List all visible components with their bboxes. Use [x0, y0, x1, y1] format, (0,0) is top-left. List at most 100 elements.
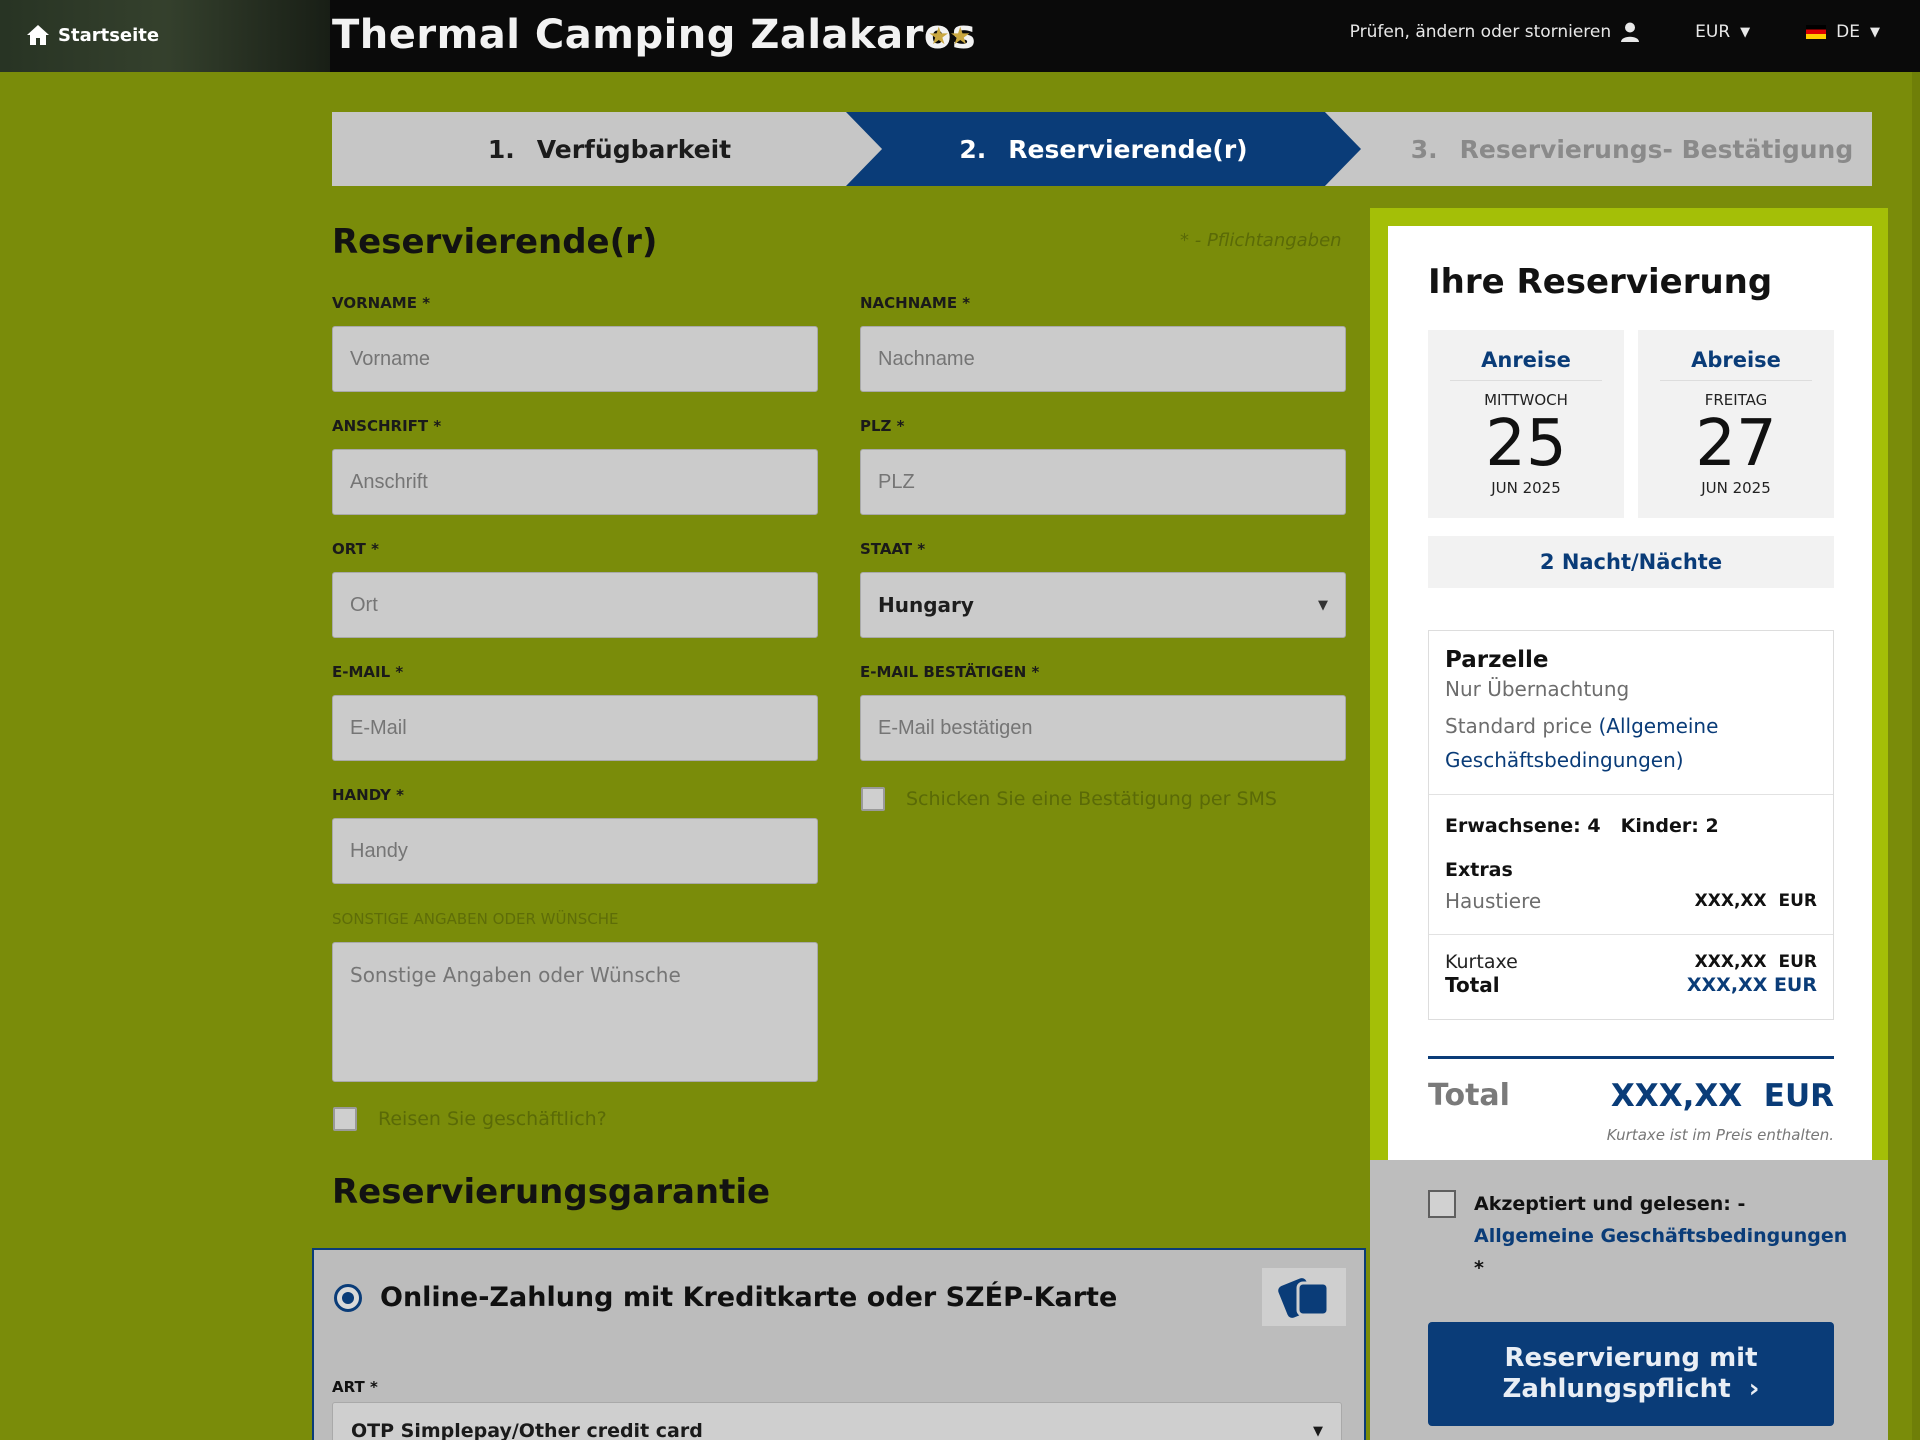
top-bar: Startseite Thermal Camping Zalakaros ★★ …	[0, 0, 1920, 72]
extra-price: XXX,XX	[1694, 891, 1767, 911]
mobile-label: HANDY *	[332, 786, 405, 804]
chevron-right-icon: ›	[1748, 1374, 1760, 1404]
departure-date: Abreise FREITAG 27 JUN 2025	[1638, 330, 1834, 518]
subtotal-value: XXX,XX EUR	[1686, 974, 1817, 996]
email-confirm-label: E-MAIL BESTÄTIGEN *	[860, 663, 1040, 681]
email-label: E-MAIL *	[332, 663, 404, 681]
business-label: Reisen Sie geschäftlich?	[378, 1108, 607, 1130]
payment-option: Online-Zahlung mit Kreditkarte oder SZÉP…	[312, 1248, 1366, 1440]
total-divider	[1428, 1056, 1834, 1059]
city-label: ORT *	[332, 540, 379, 558]
manage-booking-label: Prüfen, ändern oder stornieren	[1349, 22, 1612, 42]
zip-input[interactable]	[860, 449, 1346, 515]
notes-label: SONSTIGE ANGABEN ODER WÜNSCHE	[332, 910, 619, 928]
site-title: Thermal Camping Zalakaros	[332, 12, 977, 58]
reserve-button-line2: Zahlungspflicht ›	[1503, 1374, 1760, 1405]
booking-steps: 1. Verfügbarkeit 2. Reservierende(r) 3. …	[332, 112, 1872, 186]
departure-label: Abreise	[1691, 348, 1781, 372]
children-count: Kinder: 2	[1620, 815, 1719, 837]
tax-included-note: Kurtaxe ist im Preis enthalten.	[1606, 1126, 1834, 1144]
subtotal-label: Total	[1445, 973, 1500, 997]
tax-label: Kurtaxe	[1445, 951, 1518, 973]
total-amount: XXX,XX	[1610, 1078, 1743, 1114]
step-label: Verfügbarkeit	[536, 134, 732, 164]
caret-down-icon: ▼	[1740, 24, 1751, 40]
address-label: ANSCHRIFT *	[332, 417, 442, 435]
step-guest: 2. Reservierende(r)	[846, 112, 1361, 186]
extras-title: Extras	[1445, 859, 1513, 881]
payment-type-select[interactable]: OTP Simplepay/Other credit card ▼	[332, 1402, 1342, 1440]
reservation-summary: Ihre Reservierung Anreise MITTWOCH 25 JU…	[1388, 226, 1872, 1160]
departure-month-year: JUN 2025	[1701, 479, 1771, 497]
payment-type-value: OTP Simplepay/Other credit card	[351, 1420, 703, 1440]
required-asterisk: *	[1474, 1257, 1484, 1279]
summary-title: Ihre Reservierung	[1428, 262, 1773, 302]
departure-day: 27	[1695, 407, 1777, 481]
arrival-month-year: JUN 2025	[1491, 479, 1561, 497]
country-label: STAAT *	[860, 540, 926, 558]
sms-label: Schicken Sie eine Bestätigung per SMS	[906, 788, 1277, 810]
manage-booking-link[interactable]: Prüfen, ändern oder stornieren	[1350, 22, 1640, 42]
unit-title: Parzelle	[1445, 647, 1549, 673]
reserve-button-line1: Reservierung mit	[1504, 1343, 1758, 1373]
language-select[interactable]: DE ▼	[1806, 22, 1880, 42]
credit-card-icon	[1262, 1268, 1346, 1326]
terms-checkbox[interactable]	[1428, 1190, 1456, 1218]
sms-checkbox[interactable]	[861, 787, 885, 811]
firstname-label: VORNAME *	[332, 294, 431, 312]
lastname-input[interactable]	[860, 326, 1346, 392]
terms-agreement: Akzeptiert und gelesen: - Allgemeine Ges…	[1474, 1188, 1854, 1284]
tax-price: XXX,XX	[1694, 952, 1767, 972]
caret-down-icon: ▼	[1318, 597, 1328, 613]
total-label: Total	[1428, 1078, 1510, 1113]
checkout-panel: Akzeptiert und gelesen: - Allgemeine Ges…	[1370, 1160, 1888, 1440]
language-value: DE	[1836, 22, 1860, 42]
payment-type-label: ART *	[332, 1378, 378, 1396]
firstname-input[interactable]	[332, 326, 818, 392]
country-select[interactable]: Hungary ▼	[860, 572, 1346, 638]
country-value: Hungary	[878, 593, 974, 617]
required-note: * - Pflichtangaben	[1180, 230, 1342, 251]
arrival-day: 25	[1485, 407, 1567, 481]
payment-option-label: Online-Zahlung mit Kreditkarte oder SZÉP…	[380, 1282, 1118, 1313]
total-currency: EUR	[1763, 1078, 1834, 1114]
email-confirm-input[interactable]	[860, 695, 1346, 761]
step-availability[interactable]: 1. Verfügbarkeit	[332, 112, 847, 186]
terms-agreement-link[interactable]: Allgemeine Geschäftsbedingungen	[1474, 1220, 1854, 1252]
rating-stars: ★★	[928, 22, 972, 50]
address-input[interactable]	[332, 449, 818, 515]
step-number: 2.	[959, 134, 987, 164]
step-number: 3.	[1410, 134, 1438, 164]
terms-link-line1: (Allgemeine	[1598, 714, 1719, 738]
notes-textarea[interactable]	[332, 942, 818, 1082]
step-label: Reservierende(r)	[1008, 134, 1248, 164]
reserve-button[interactable]: Reservierung mit Zahlungspflicht ›	[1428, 1322, 1834, 1426]
home-icon	[27, 25, 49, 45]
city-input[interactable]	[332, 572, 818, 638]
step-label: Reservierungs- Bestätigung	[1459, 134, 1854, 164]
email-input[interactable]	[332, 695, 818, 761]
tax-currency: EUR	[1778, 952, 1817, 972]
caret-down-icon: ▼	[1313, 1423, 1323, 1439]
caret-down-icon: ▼	[1870, 24, 1880, 40]
german-flag-icon	[1806, 25, 1827, 39]
payment-radio[interactable]	[334, 1284, 362, 1312]
page-edge	[1912, 72, 1920, 1440]
currency-select[interactable]: EUR ▼	[1695, 22, 1750, 42]
form-title: Reservierende(r)	[332, 222, 658, 262]
terms-prefix: Akzeptiert und gelesen: -	[1474, 1193, 1746, 1215]
adults-count: Erwachsene: 4	[1445, 815, 1601, 837]
mobile-input[interactable]	[332, 818, 818, 884]
guarantee-title: Reservierungsgarantie	[332, 1172, 771, 1212]
business-checkbox[interactable]	[333, 1107, 357, 1131]
zip-label: PLZ *	[860, 417, 905, 435]
step-confirmation: 3. Reservierungs- Bestätigung	[1392, 112, 1872, 186]
home-label: Startseite	[58, 24, 160, 46]
user-icon	[1621, 22, 1640, 42]
nights-count: 2 Nacht/Nächte	[1428, 536, 1834, 588]
currency-value: EUR	[1695, 22, 1731, 42]
arrival-label: Anreise	[1481, 348, 1571, 372]
unit-type: Nur Übernachtung	[1445, 677, 1630, 701]
home-link[interactable]: Startseite	[26, 24, 159, 46]
step-number: 1.	[487, 134, 515, 164]
